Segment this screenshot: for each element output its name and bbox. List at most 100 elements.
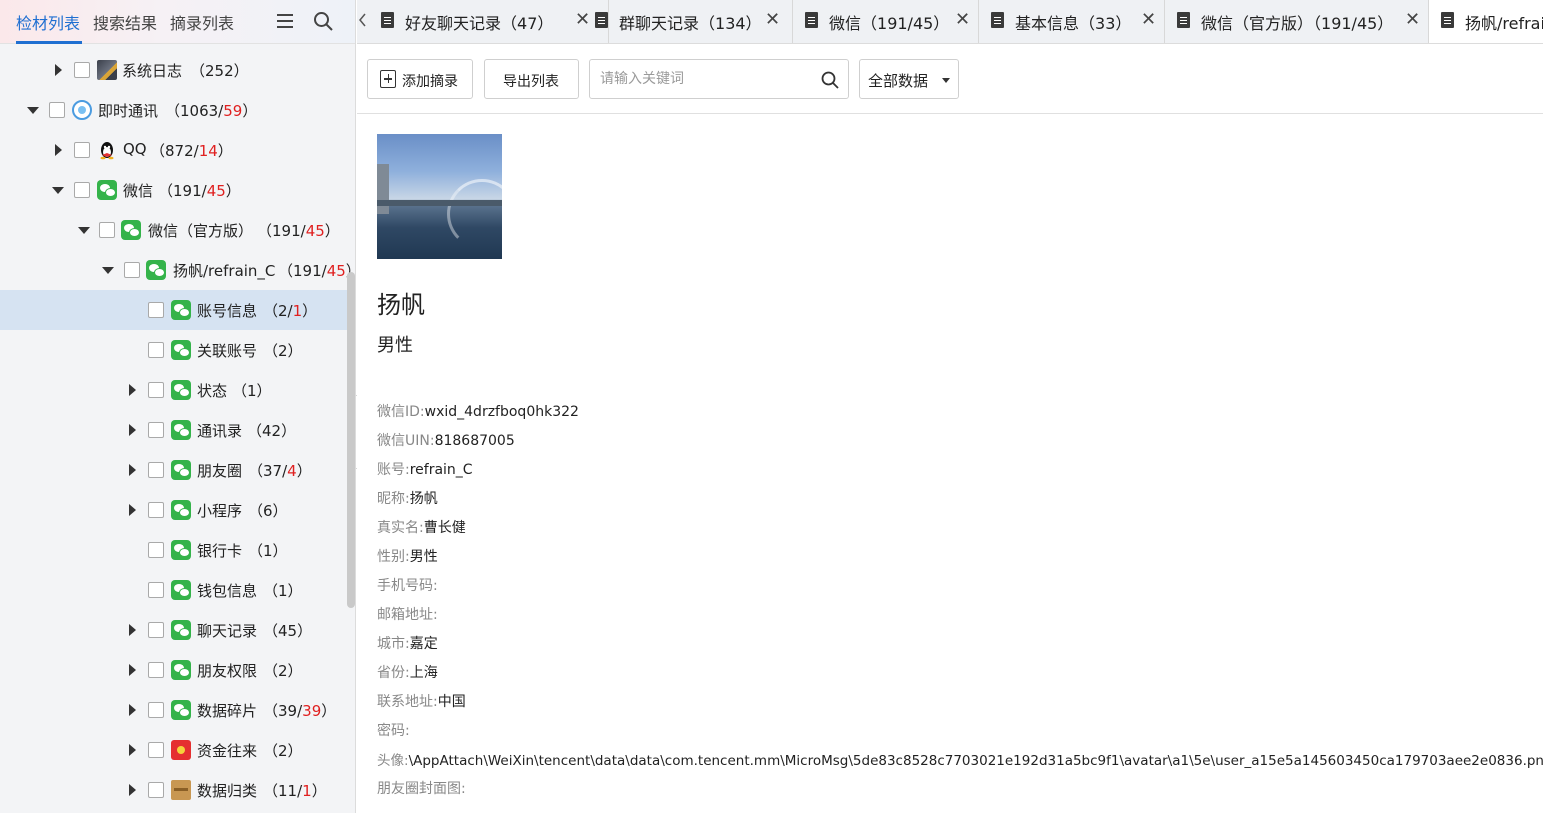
collapse-arrow-icon[interactable] — [52, 187, 64, 194]
field-value: 扬帆 — [409, 491, 438, 507]
tab-basic-info[interactable]: 基本信息（33） ✕ — [979, 0, 1165, 43]
tab-group-chats[interactable]: 群聊天记录（134） ✕ — [583, 0, 793, 43]
expand-arrow-icon[interactable] — [55, 144, 62, 156]
tab-wechat[interactable]: 微信（191/45） ✕ — [793, 0, 979, 43]
tree-item-linked-accounts[interactable]: 关联账号 （2） — [0, 330, 348, 370]
field-value: 嘉定 — [409, 636, 438, 652]
tree-checkbox[interactable] — [148, 622, 164, 638]
close-icon[interactable]: ✕ — [1405, 9, 1420, 30]
tree-checkbox[interactable] — [148, 782, 164, 798]
expand-arrow-icon[interactable] — [129, 664, 136, 676]
field-label: 头像: — [377, 753, 409, 769]
expand-arrow-icon[interactable] — [129, 504, 136, 516]
field-real-name: 真实名:曹长健 — [377, 517, 466, 537]
collapse-arrow-icon[interactable] — [27, 107, 39, 114]
tree-checkbox[interactable] — [148, 582, 164, 598]
expand-arrow-icon[interactable] — [129, 744, 136, 756]
tree-item-data-classification[interactable]: 数据归类 （11/1） — [0, 770, 348, 810]
profile-name: 扬帆 — [377, 291, 425, 319]
document-icon — [805, 12, 818, 28]
field-label: 省份: — [377, 665, 410, 681]
tree-item-count: （2/1） — [263, 302, 318, 320]
menu-icon[interactable] — [274, 10, 296, 32]
tree-checkbox[interactable] — [148, 342, 164, 358]
close-icon[interactable]: ✕ — [765, 9, 780, 30]
tree-checkbox[interactable] — [124, 262, 140, 278]
tree-checkbox[interactable] — [148, 662, 164, 678]
tree-item-count: （11/1） — [263, 782, 327, 800]
tree-checkbox[interactable] — [148, 542, 164, 558]
tree-scrollbar[interactable] — [347, 272, 355, 608]
field-value: 中国 — [437, 694, 466, 710]
collapse-arrow-icon[interactable] — [102, 267, 114, 274]
tree-item-chat-records[interactable]: 聊天记录 （45） — [0, 610, 348, 650]
expand-arrow-icon[interactable] — [129, 704, 136, 716]
field-province: 省份:上海 — [377, 662, 438, 682]
collapse-arrow-icon[interactable] — [78, 227, 90, 234]
close-icon[interactable]: ✕ — [1141, 9, 1156, 30]
tree-item-status[interactable]: 状态 （1） — [0, 370, 348, 410]
tree-checkbox[interactable] — [99, 222, 115, 238]
tree-item-wallet[interactable]: 钱包信息 （1） — [0, 570, 348, 610]
tree-item-count: （252） — [190, 62, 249, 80]
export-list-button[interactable]: 导出列表 — [484, 59, 579, 99]
field-moments-cover: 朋友圈封面图: — [377, 778, 466, 798]
toolbar: 添加摘录 导出列表 全部数据 — [357, 44, 1543, 114]
expand-arrow-icon[interactable] — [129, 624, 136, 636]
expand-arrow-icon[interactable] — [129, 784, 136, 796]
tab-account-detail[interactable]: 扬帆/refrain_C — [1429, 0, 1543, 43]
tree-item-label: 微信（官方版） — [148, 222, 254, 240]
search-icon[interactable] — [820, 70, 840, 90]
tab-excerpt-list[interactable]: 摘录列表 — [170, 10, 234, 34]
wechat-icon — [171, 300, 191, 320]
field-nickname: 昵称:扬帆 — [377, 488, 438, 508]
tab-search-results[interactable]: 搜索结果 — [93, 10, 157, 34]
tree-item-mini-programs[interactable]: 小程序 （6） — [0, 490, 348, 530]
wechat-icon — [171, 660, 191, 680]
tree-item-wechat[interactable]: 微信 （191/45） — [0, 170, 348, 210]
tab-friend-chats[interactable]: 好友聊天记录（47） ✕ — [369, 0, 609, 43]
data-filter-select[interactable]: 全部数据 — [859, 59, 959, 99]
tree-item-account[interactable]: 扬帆/refrain_C （191/45） — [0, 250, 355, 290]
expand-arrow-icon[interactable] — [129, 464, 136, 476]
tree-item-label: 状态 — [197, 382, 228, 400]
tree-item-count: （1063/59） — [165, 102, 258, 120]
tree-checkbox[interactable] — [148, 302, 164, 318]
search-icon[interactable] — [312, 10, 334, 32]
tree-item-data-fragments[interactable]: 数据碎片 （39/39） — [0, 690, 348, 730]
tree-item-im[interactable]: 即时通讯 （1063/59） — [0, 90, 348, 130]
expand-arrow-icon[interactable] — [129, 384, 136, 396]
tree-item-system-log[interactable]: 系统日志 （252） — [0, 50, 348, 90]
tree-item-fund-transfers[interactable]: 资金往来 （2） — [0, 730, 348, 770]
tree-item-account-info[interactable]: 账号信息 （2/1） — [0, 290, 348, 330]
tree-item-friend-permissions[interactable]: 朋友权限 （2） — [0, 650, 348, 690]
tree-checkbox[interactable] — [148, 702, 164, 718]
search-input[interactable] — [591, 61, 817, 97]
tree-checkbox[interactable] — [148, 422, 164, 438]
tree-item-label: 微信 — [123, 182, 154, 200]
tab-evidence-list[interactable]: 检材列表 — [16, 10, 80, 34]
expand-arrow-icon[interactable] — [55, 64, 62, 76]
tree-checkbox[interactable] — [148, 742, 164, 758]
tree-item-label: 系统日志 — [122, 62, 183, 80]
avatar-building — [377, 164, 389, 214]
field-label: 手机号码: — [377, 578, 438, 594]
tree-checkbox[interactable] — [74, 182, 90, 198]
tree-item-moments[interactable]: 朋友圈 （37/4） — [0, 450, 348, 490]
tree-checkbox[interactable] — [148, 462, 164, 478]
profile-content: 扬帆 男性 微信ID:wxid_4drzfboq0hk322 微信UIN:818… — [357, 115, 1543, 813]
tree-item-contacts[interactable]: 通讯录 （42） — [0, 410, 348, 450]
tree-checkbox[interactable] — [74, 62, 90, 78]
tree-checkbox[interactable] — [148, 502, 164, 518]
tab-scroll-left-icon[interactable] — [357, 0, 369, 43]
tab-wechat-official[interactable]: 微信（官方版）（191/45） ✕ — [1165, 0, 1429, 43]
tree-item-qq[interactable]: QQ （872/14） — [0, 130, 348, 170]
tree-checkbox[interactable] — [49, 102, 65, 118]
tree-checkbox[interactable] — [74, 142, 90, 158]
tree-item-bank-cards[interactable]: 银行卡 （1） — [0, 530, 348, 570]
tree-checkbox[interactable] — [148, 382, 164, 398]
expand-arrow-icon[interactable] — [129, 424, 136, 436]
close-icon[interactable]: ✕ — [955, 9, 970, 30]
add-excerpt-button[interactable]: 添加摘录 — [367, 59, 473, 99]
tree-item-wechat-official[interactable]: 微信（官方版） （191/45） — [0, 210, 348, 250]
